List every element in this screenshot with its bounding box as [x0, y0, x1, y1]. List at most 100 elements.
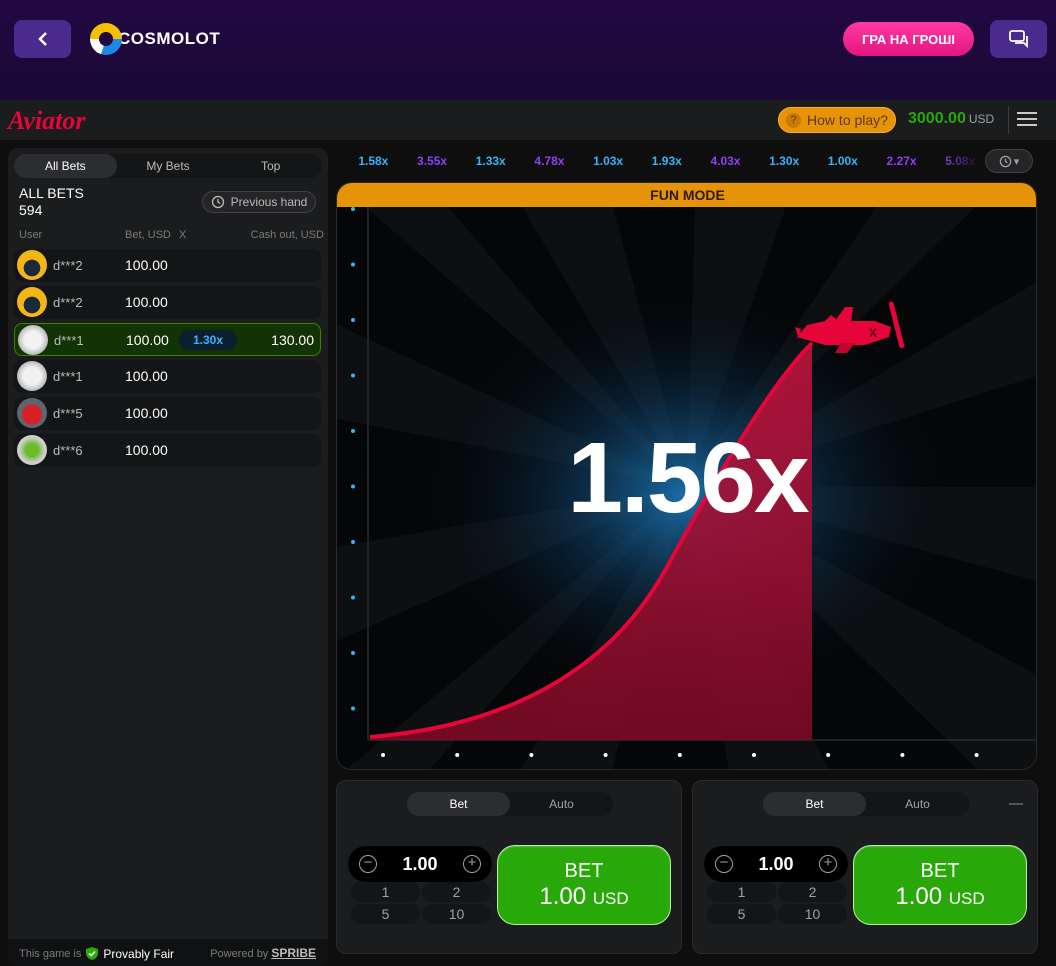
how-to-play-label: How to play?: [807, 112, 888, 128]
bets-panel-footer: This game is Provably Fair Powered by SPR…: [8, 939, 328, 966]
bet-button[interactable]: BET 1.00 USD: [497, 845, 671, 925]
history-multiplier: 2.27x: [886, 154, 917, 168]
avatar: [17, 398, 47, 428]
quick-amount-1[interactable]: 1: [707, 882, 776, 902]
previous-hand-label: Previous hand: [230, 195, 308, 209]
hamburger-menu-icon[interactable]: [1017, 112, 1037, 128]
quick-amounts: 1 2 5 10: [351, 882, 491, 924]
history-multiplier: 4.03x: [710, 154, 741, 168]
quick-amount-2[interactable]: 2: [778, 882, 847, 902]
col-bet: Bet, USD: [125, 229, 171, 241]
x-axis-dot: [603, 753, 608, 757]
y-axis-dot: [351, 318, 355, 322]
bet-amount: 100.00: [125, 442, 168, 458]
quick-amount-5[interactable]: 5: [707, 904, 776, 924]
x-axis-dot: [752, 753, 756, 757]
game-bar: Aviator ? How to play? 3000.00 USD: [0, 100, 1056, 140]
game-stage: FUN MODE X 1.56x: [336, 182, 1037, 770]
quick-amount-1[interactable]: 1: [351, 882, 420, 902]
avatar: [17, 361, 47, 391]
quick-amount-2[interactable]: 2: [422, 882, 491, 902]
current-multiplier: 1.56x: [567, 422, 809, 534]
previous-hand-button[interactable]: Previous hand: [202, 191, 316, 213]
balance-amount: 3000.00: [908, 110, 966, 127]
provably-fair-label: Provably Fair: [103, 946, 175, 961]
bet-button-currency: USD: [948, 888, 985, 908]
balance: 3000.00 USD: [908, 110, 994, 128]
bet-button-value: 1.00: [895, 882, 943, 910]
x-axis-dot: [826, 753, 831, 757]
bets-panel: All Bets My Bets Top ALL BETS 594 Previo…: [8, 148, 328, 966]
bet-amount: 100.00: [125, 294, 168, 310]
history-icon: [211, 195, 224, 209]
tab-my-bets[interactable]: My Bets: [117, 154, 220, 178]
y-axis-dot: [351, 651, 355, 655]
bet-amount-stepper: − 1.00 +: [348, 846, 492, 882]
chat-button[interactable]: [990, 20, 1047, 58]
bet-amount: 100.00: [125, 405, 168, 421]
y-axis-dot: [351, 262, 355, 267]
play-for-money-button[interactable]: ГРА НА ГРОШІ: [843, 22, 974, 56]
history-multiplier: 4.78x: [534, 154, 565, 168]
x-axis-dot: [381, 753, 385, 757]
x-axis-dot: [974, 753, 979, 757]
bet-row: d***2 100.00: [14, 249, 321, 282]
tab-auto[interactable]: Auto: [510, 792, 613, 816]
bet-mode-tabs: Bet Auto: [763, 792, 969, 816]
x-axis-dot: [529, 753, 534, 757]
tab-auto[interactable]: Auto: [866, 792, 969, 816]
remove-bet-panel-icon[interactable]: [1009, 803, 1023, 805]
balance-currency: USD: [968, 112, 995, 126]
chevron-down-icon: ▾: [1013, 155, 1020, 168]
bet-row: d***1 100.00: [14, 360, 321, 393]
bet-button-currency: USD: [592, 888, 629, 908]
cashout-multiplier-badge: 1.30x: [179, 330, 237, 350]
fun-mode-banner: FUN MODE: [337, 183, 1036, 207]
tab-all-bets[interactable]: All Bets: [14, 154, 117, 178]
tab-bet[interactable]: Bet: [763, 792, 866, 816]
bet-user: d***1: [53, 369, 83, 384]
shield-check-icon: [86, 947, 99, 960]
history-multiplier: 1.93x: [651, 154, 682, 168]
tab-top[interactable]: Top: [219, 154, 322, 178]
bet-button-label: BET: [564, 859, 604, 882]
svg-text:X: X: [869, 326, 877, 340]
x-axis-dot: [677, 753, 682, 757]
history-multiplier: 3.55x: [417, 154, 448, 168]
bet-amount: 100.00: [126, 332, 169, 348]
provably-fair[interactable]: This game is Provably Fair: [19, 946, 174, 961]
history-toggle-button[interactable]: ▾: [985, 149, 1033, 173]
how-to-play-button[interactable]: ? How to play?: [778, 107, 896, 133]
bet-row: d***6 100.00: [14, 434, 321, 467]
history-multiplier: 1.03x: [593, 154, 624, 168]
all-bets-title: ALL BETS: [19, 185, 84, 201]
col-user: User: [19, 229, 43, 241]
bet-user: d***2: [53, 295, 83, 310]
bet-row: d***2 100.00: [14, 286, 321, 319]
cosmolot-logo[interactable]: COSMOLOT: [90, 22, 220, 56]
bet-user: d***6: [53, 443, 83, 458]
avatar: [17, 287, 47, 317]
increase-bet-button[interactable]: +: [819, 855, 837, 873]
logo-text: COSMOLOT: [118, 29, 221, 48]
increase-bet-button[interactable]: +: [463, 855, 481, 873]
avatar: [17, 435, 47, 465]
bet-row: d***5 100.00: [14, 397, 321, 430]
quick-amount-10[interactable]: 10: [422, 904, 491, 924]
col-cashout: Cash out, USD: [250, 229, 324, 241]
quick-amount-10[interactable]: 10: [778, 904, 847, 924]
y-axis-dot: [351, 706, 355, 711]
provably-fair-prefix: This game is: [19, 947, 82, 960]
back-button[interactable]: [14, 20, 71, 58]
history-fade: [940, 150, 980, 172]
tab-bet[interactable]: Bet: [407, 792, 510, 816]
bet-user: d***2: [53, 258, 83, 273]
aviator-logo: Aviator: [8, 106, 86, 135]
bet-button[interactable]: BET 1.00 USD: [853, 845, 1027, 925]
all-bets-count: 594: [19, 202, 43, 218]
quick-amount-5[interactable]: 5: [351, 904, 420, 924]
bet-user: d***5: [53, 406, 83, 421]
spribe-logo[interactable]: SPRIBE: [271, 946, 316, 960]
chat-icon: [1008, 30, 1028, 49]
bet-amount: 100.00: [125, 257, 168, 273]
